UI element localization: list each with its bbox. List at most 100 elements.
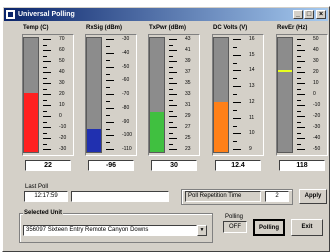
window-title: Universal Polling (18, 11, 75, 18)
tick-mark-minor (297, 78, 301, 79)
app-window: Universal Polling _ □ × Temp (C) 70 60 50 40… (2, 6, 330, 252)
tick-mark-minor (297, 144, 301, 145)
tick-mark-minor (43, 111, 47, 112)
tick-mark (43, 61, 51, 62)
polling-button[interactable]: Polling (253, 219, 285, 236)
tick-label: -110 (122, 146, 132, 152)
selected-unit-label: Selected Unit (23, 210, 64, 216)
tick-mark-minor (43, 100, 47, 101)
tick-label: -20 (313, 113, 321, 119)
tick-mark (106, 67, 114, 68)
tick-label: -30 (122, 36, 130, 42)
tick-mark (43, 105, 51, 106)
tick-mark (106, 80, 114, 81)
gauge-scale: 70 60 50 40 30 20 10 0 -10 -20 -30 (43, 36, 73, 153)
tick-mark-minor (233, 63, 237, 64)
poll-repetition-input[interactable]: 2 (265, 191, 289, 202)
tick-label: 27 (185, 124, 191, 130)
tick-mark (43, 50, 51, 51)
gauge-scale: 50 40 30 20 10 0 -10 -20 -30 -40 -50 (297, 36, 327, 153)
tick-mark (106, 53, 114, 54)
tick-mark-minor (297, 56, 301, 57)
gauge: TxPwr (dBm) 43 41 39 37 35 33 31 29 27 25 23 30 (147, 25, 201, 181)
tick-mark-minor (106, 129, 110, 130)
title-bar: Universal Polling _ □ × (4, 8, 328, 21)
tick-mark-minor (169, 100, 173, 101)
apply-button[interactable]: Apply (299, 189, 327, 204)
tick-mark-minor (106, 74, 110, 75)
tick-mark-minor (43, 144, 47, 145)
tick-mark (43, 39, 51, 40)
tick-label: 40 (313, 47, 319, 53)
tick-mark-minor (106, 87, 110, 88)
tick-label: 13 (249, 83, 255, 89)
tick-mark (297, 149, 305, 150)
gauge-marker (278, 70, 292, 73)
tick-mark-minor (106, 142, 110, 143)
tick-mark-minor (43, 56, 47, 57)
tick-mark (169, 39, 177, 40)
close-button[interactable]: × (316, 10, 326, 19)
tick-mark (169, 72, 177, 73)
gauge-readout: 118 (279, 160, 325, 171)
tick-mark (297, 116, 305, 117)
tick-mark (297, 39, 305, 40)
tick-mark (169, 105, 177, 106)
tick-label: 30 (59, 80, 65, 86)
tick-mark-minor (233, 141, 237, 142)
tick-mark (43, 127, 51, 128)
tick-label: 25 (185, 135, 191, 141)
tick-mark-minor (169, 56, 173, 57)
tick-mark (106, 122, 114, 123)
tick-label: -30 (59, 146, 67, 152)
tick-mark (169, 61, 177, 62)
gauge: Temp (C) 70 60 50 40 30 20 10 0 -10 -20 -30 22 (21, 25, 75, 181)
tick-mark (43, 83, 51, 84)
tick-mark-minor (297, 100, 301, 101)
tick-label: -50 (313, 146, 321, 152)
tick-mark (106, 108, 114, 109)
tick-mark-minor (43, 89, 47, 90)
gauge-scale: -30 -40 -50 -60 -70 -80 -90 -100 -110 (106, 36, 136, 153)
tick-mark-minor (169, 89, 173, 90)
tick-label: -30 (313, 124, 321, 130)
tick-mark-minor (106, 115, 110, 116)
tick-mark (43, 72, 51, 73)
tick-mark (297, 83, 305, 84)
tick-label: 12 (249, 99, 255, 105)
gauge: RevEr (Hz) 50 40 30 20 10 0 -10 -20 -30 -40 -50 118 (275, 25, 329, 181)
tick-label: 30 (313, 58, 319, 64)
tick-mark-minor (233, 78, 237, 79)
tick-mark (169, 127, 177, 128)
tick-label: 11 (249, 115, 255, 121)
maximize-button[interactable]: □ (304, 10, 314, 19)
tick-mark (233, 133, 241, 134)
tick-label: -100 (122, 132, 133, 138)
selected-unit-select[interactable]: 356097 Sixteen Entry Remote Canyon Downs (23, 225, 197, 236)
tick-mark (106, 94, 114, 95)
tick-label: 15 (249, 52, 255, 58)
tick-mark (297, 61, 305, 62)
tick-label: 39 (185, 58, 191, 64)
tick-mark (169, 83, 177, 84)
tick-label: 40 (59, 69, 65, 75)
gauge-label: RevEr (Hz) (277, 25, 308, 31)
tick-label: -90 (122, 119, 130, 125)
tick-mark (233, 39, 241, 40)
tick-label: -10 (313, 102, 321, 108)
tick-label: -70 (122, 91, 130, 97)
gauge-bar (23, 37, 39, 153)
tick-label: 9 (249, 146, 252, 152)
chevron-down-icon[interactable]: ▼ (197, 225, 207, 236)
minimize-button[interactable]: _ (293, 10, 303, 19)
exit-button[interactable]: Exit (291, 219, 323, 236)
tick-label: 50 (59, 58, 65, 64)
tick-label: 10 (313, 80, 319, 86)
tick-label: 14 (249, 67, 255, 73)
tick-label: 20 (313, 69, 319, 75)
gauge-bar (213, 37, 229, 153)
tick-label: 41 (185, 47, 191, 53)
tick-mark-minor (297, 111, 301, 112)
gauge-bar (86, 37, 102, 153)
tick-mark (106, 149, 114, 150)
